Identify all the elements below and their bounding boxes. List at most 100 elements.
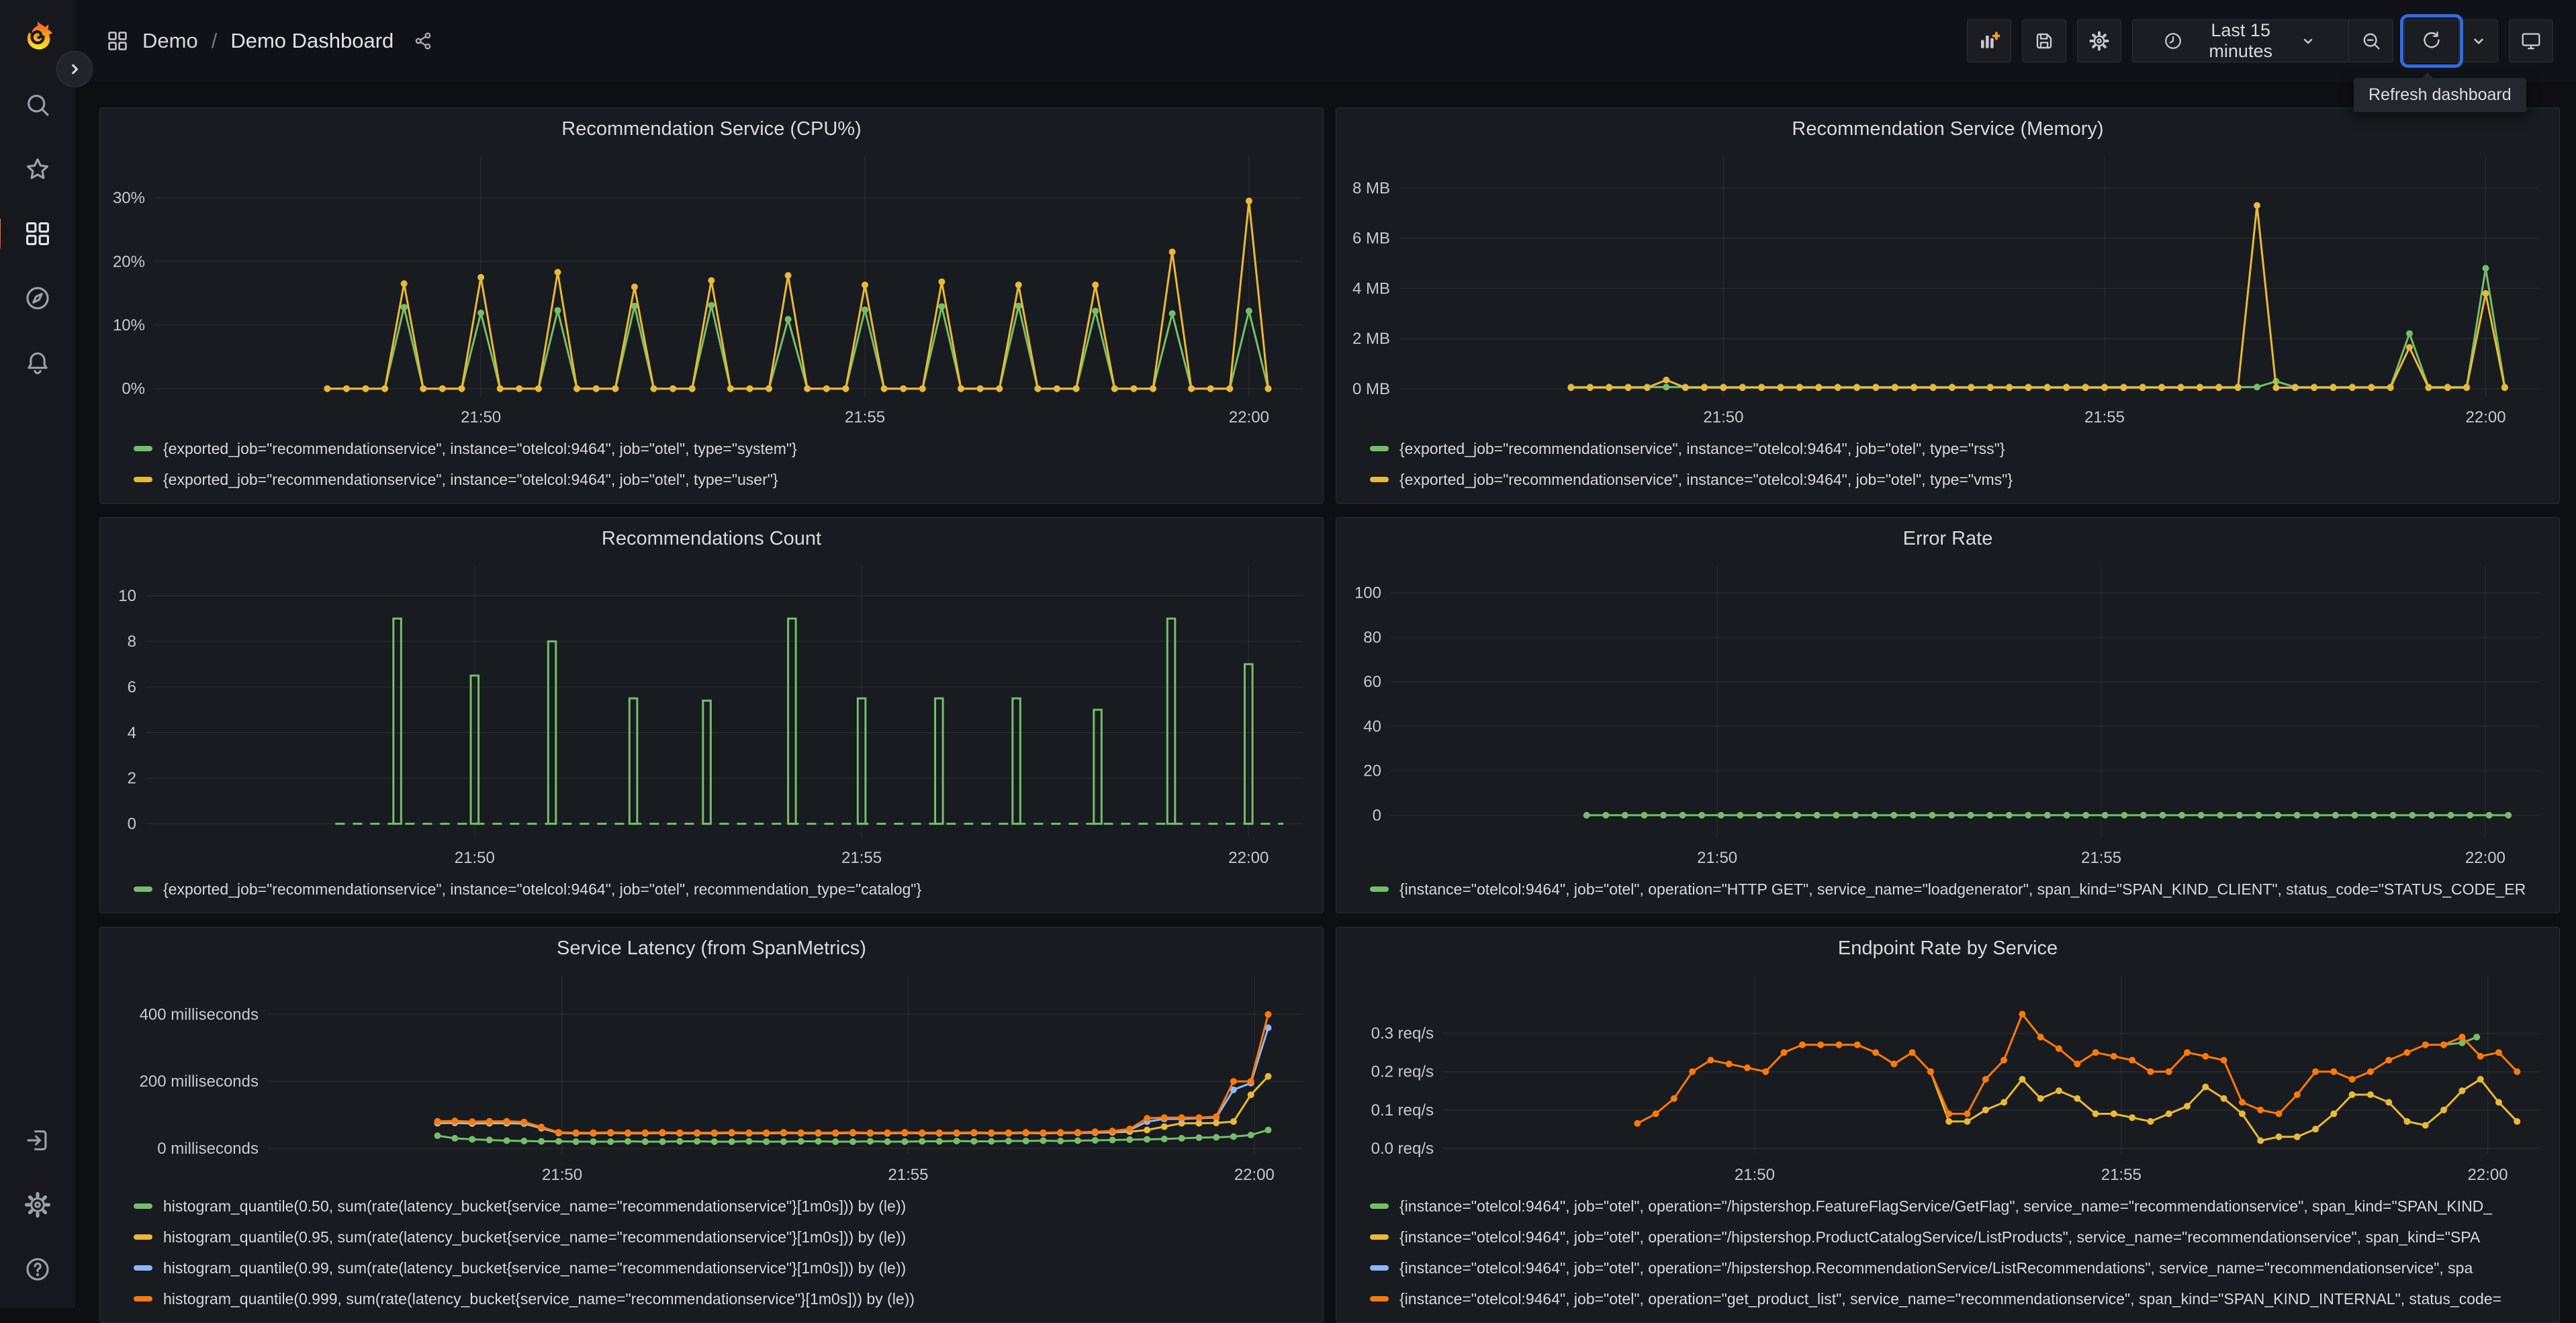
panel-legend: {exported_job="recommendationservice", i… [100,872,1323,913]
time-range-label: Last 15 minutes [2209,20,2272,62]
refresh-tooltip-text: Refresh dashboard [2368,85,2512,104]
legend-swatch [1370,1234,1389,1240]
sidebar-item-starred[interactable] [20,152,55,187]
chart-svg: 21:5021:5522:00020406080100 [1336,557,2559,872]
legend-label: {instance="otelcol:9464", job="otel", op… [1399,1197,2492,1216]
dashboards-breadcrumb-icon [106,30,129,52]
save-dashboard-button[interactable] [2022,19,2066,62]
panel-plot: 21:5021:5522:00020406080100 [1336,557,2559,872]
sidebar-item-alerting[interactable] [20,345,55,380]
share-button[interactable] [411,29,435,53]
legend-item[interactable]: {exported_job="recommendationservice", i… [134,464,1315,495]
legend-item[interactable]: {instance="otelcol:9464", job="otel", op… [1370,1283,2551,1314]
panel-legend: {instance="otelcol:9464", job="otel", op… [1336,872,2559,913]
panel-title[interactable]: Service Latency (from SpanMetrics) [100,927,1323,966]
chevron-right-icon [61,52,88,86]
legend-label: histogram_quantile(0.50, sum(rate(latenc… [163,1197,906,1216]
legend-item[interactable]: {instance="otelcol:9464", job="otel", op… [1370,1191,2551,1222]
sidebar-item-sign-in[interactable] [20,1123,55,1158]
legend-item[interactable]: histogram_quantile(0.50, sum(rate(latenc… [134,1191,1315,1222]
help-icon [20,1252,55,1287]
svg-text:21:50: 21:50 [1703,408,1743,426]
panel-legend: {exported_job="recommendationservice", i… [100,432,1323,503]
dashboard-settings-button[interactable] [2077,19,2121,62]
sidebar-item-explore[interactable] [20,281,55,316]
legend-item[interactable]: histogram_quantile(0.99, sum(rate(latenc… [134,1252,1315,1283]
svg-text:80: 80 [1363,629,1381,647]
gear-icon [2087,20,2111,62]
sidebar-item-configuration[interactable] [20,1187,55,1222]
legend-swatch [134,1234,152,1240]
breadcrumb-page: Demo Dashboard [230,29,394,53]
svg-text:0 MB: 0 MB [1352,380,1390,398]
zoom-out-button[interactable] [2348,20,2393,62]
sidebar-nav-bottom [20,1123,55,1308]
panel-latency: Service Latency (from SpanMetrics) 21:50… [99,927,1324,1323]
legend-item[interactable]: {instance="otelcol:9464", job="otel", op… [1370,874,2551,905]
legend-swatch [1370,886,1389,892]
legend-item[interactable]: {exported_job="recommendationservice", i… [1370,433,2551,464]
add-panel-button[interactable] [1967,19,2011,62]
svg-text:21:50: 21:50 [1735,1166,1775,1184]
panel-title[interactable]: Endpoint Rate by Service [1336,927,2559,966]
legend-swatch [1370,477,1389,482]
gear-icon [20,1187,55,1222]
panel-cpu: Recommendation Service (CPU%) 21:5021:55… [99,107,1324,504]
legend-item[interactable]: histogram_quantile(0.95, sum(rate(latenc… [134,1222,1315,1252]
svg-text:21:50: 21:50 [542,1166,582,1184]
grafana-logo[interactable] [19,17,56,54]
legend-item[interactable]: {instance="otelcol:9464", job="otel", op… [1370,1252,2551,1283]
refresh-interval-button[interactable] [2458,20,2497,62]
sidebar-nav-top [20,87,55,380]
bell-icon [20,345,55,380]
svg-text:21:50: 21:50 [1697,849,1737,867]
panel-title[interactable]: Recommendations Count [100,518,1323,557]
legend-item[interactable]: histogram_quantile(0.999, sum(rate(laten… [134,1283,1315,1314]
svg-text:21:55: 21:55 [888,1166,928,1184]
panel-legend: {instance="otelcol:9464", job="otel", op… [1336,1189,2559,1322]
legend-item[interactable]: {instance="otelcol:9464", job="otel", op… [1370,1222,2551,1252]
sidebar-expand-button[interactable] [56,51,93,87]
sidebar [0,0,75,1308]
save-icon [2032,20,2056,62]
legend-item[interactable]: {exported_job="recommendationservice", i… [134,433,1315,464]
breadcrumb-section[interactable]: Demo [142,29,198,53]
svg-text:10: 10 [118,587,136,605]
panel-plot: 21:5021:5522:000 milliseconds200 millise… [100,966,1323,1189]
legend-swatch [134,446,152,451]
legend-swatch [134,477,152,482]
zoom-out-icon [2353,21,2389,61]
legend-swatch [134,1265,152,1271]
sidebar-item-search[interactable] [20,87,55,122]
clock-icon [2148,20,2198,62]
svg-text:0.3 req/s: 0.3 req/s [1371,1025,1434,1043]
sidebar-item-help[interactable] [20,1252,55,1287]
svg-text:22:00: 22:00 [1228,849,1269,867]
dashboards-grid-icon [20,216,55,251]
chart-svg: 21:5021:5522:000%10%20%30% [100,147,1323,432]
panel-title[interactable]: Error Rate [1336,518,2559,557]
chart-svg: 21:5021:5522:000 MB2 MB4 MB6 MB8 MB [1336,147,2559,432]
svg-text:0 milliseconds: 0 milliseconds [157,1140,259,1158]
svg-text:10%: 10% [113,316,145,334]
panel-title[interactable]: Recommendation Service (CPU%) [100,108,1323,147]
legend-label: histogram_quantile(0.95, sum(rate(latenc… [163,1228,906,1246]
legend-label: histogram_quantile(0.999, sum(rate(laten… [163,1290,915,1308]
chevron-down-icon [2283,20,2334,62]
svg-text:40: 40 [1363,717,1381,735]
sidebar-item-dashboards[interactable] [20,216,55,251]
svg-text:2 MB: 2 MB [1352,330,1390,348]
svg-text:6 MB: 6 MB [1352,230,1390,248]
legend-item[interactable]: {exported_job="recommendationservice", i… [1370,464,2551,495]
tv-mode-button[interactable] [2509,19,2553,62]
topbar: Demo / Demo Dashboard Last 15 minutes [75,0,2576,82]
svg-text:22:00: 22:00 [2466,408,2506,426]
refresh-button[interactable] [2405,20,2458,62]
panel-title[interactable]: Recommendation Service (Memory) [1336,108,2559,147]
star-icon [20,152,55,187]
panel-error-rate: Error Rate 21:5021:5522:00020406080100 {… [1336,517,2560,913]
legend-label: {instance="otelcol:9464", job="otel", op… [1399,1259,2473,1277]
time-picker-button[interactable]: Last 15 minutes [2133,20,2348,62]
legend-label: {exported_job="recommendationservice", i… [1399,440,2005,458]
legend-item[interactable]: {exported_job="recommendationservice", i… [134,874,1315,905]
